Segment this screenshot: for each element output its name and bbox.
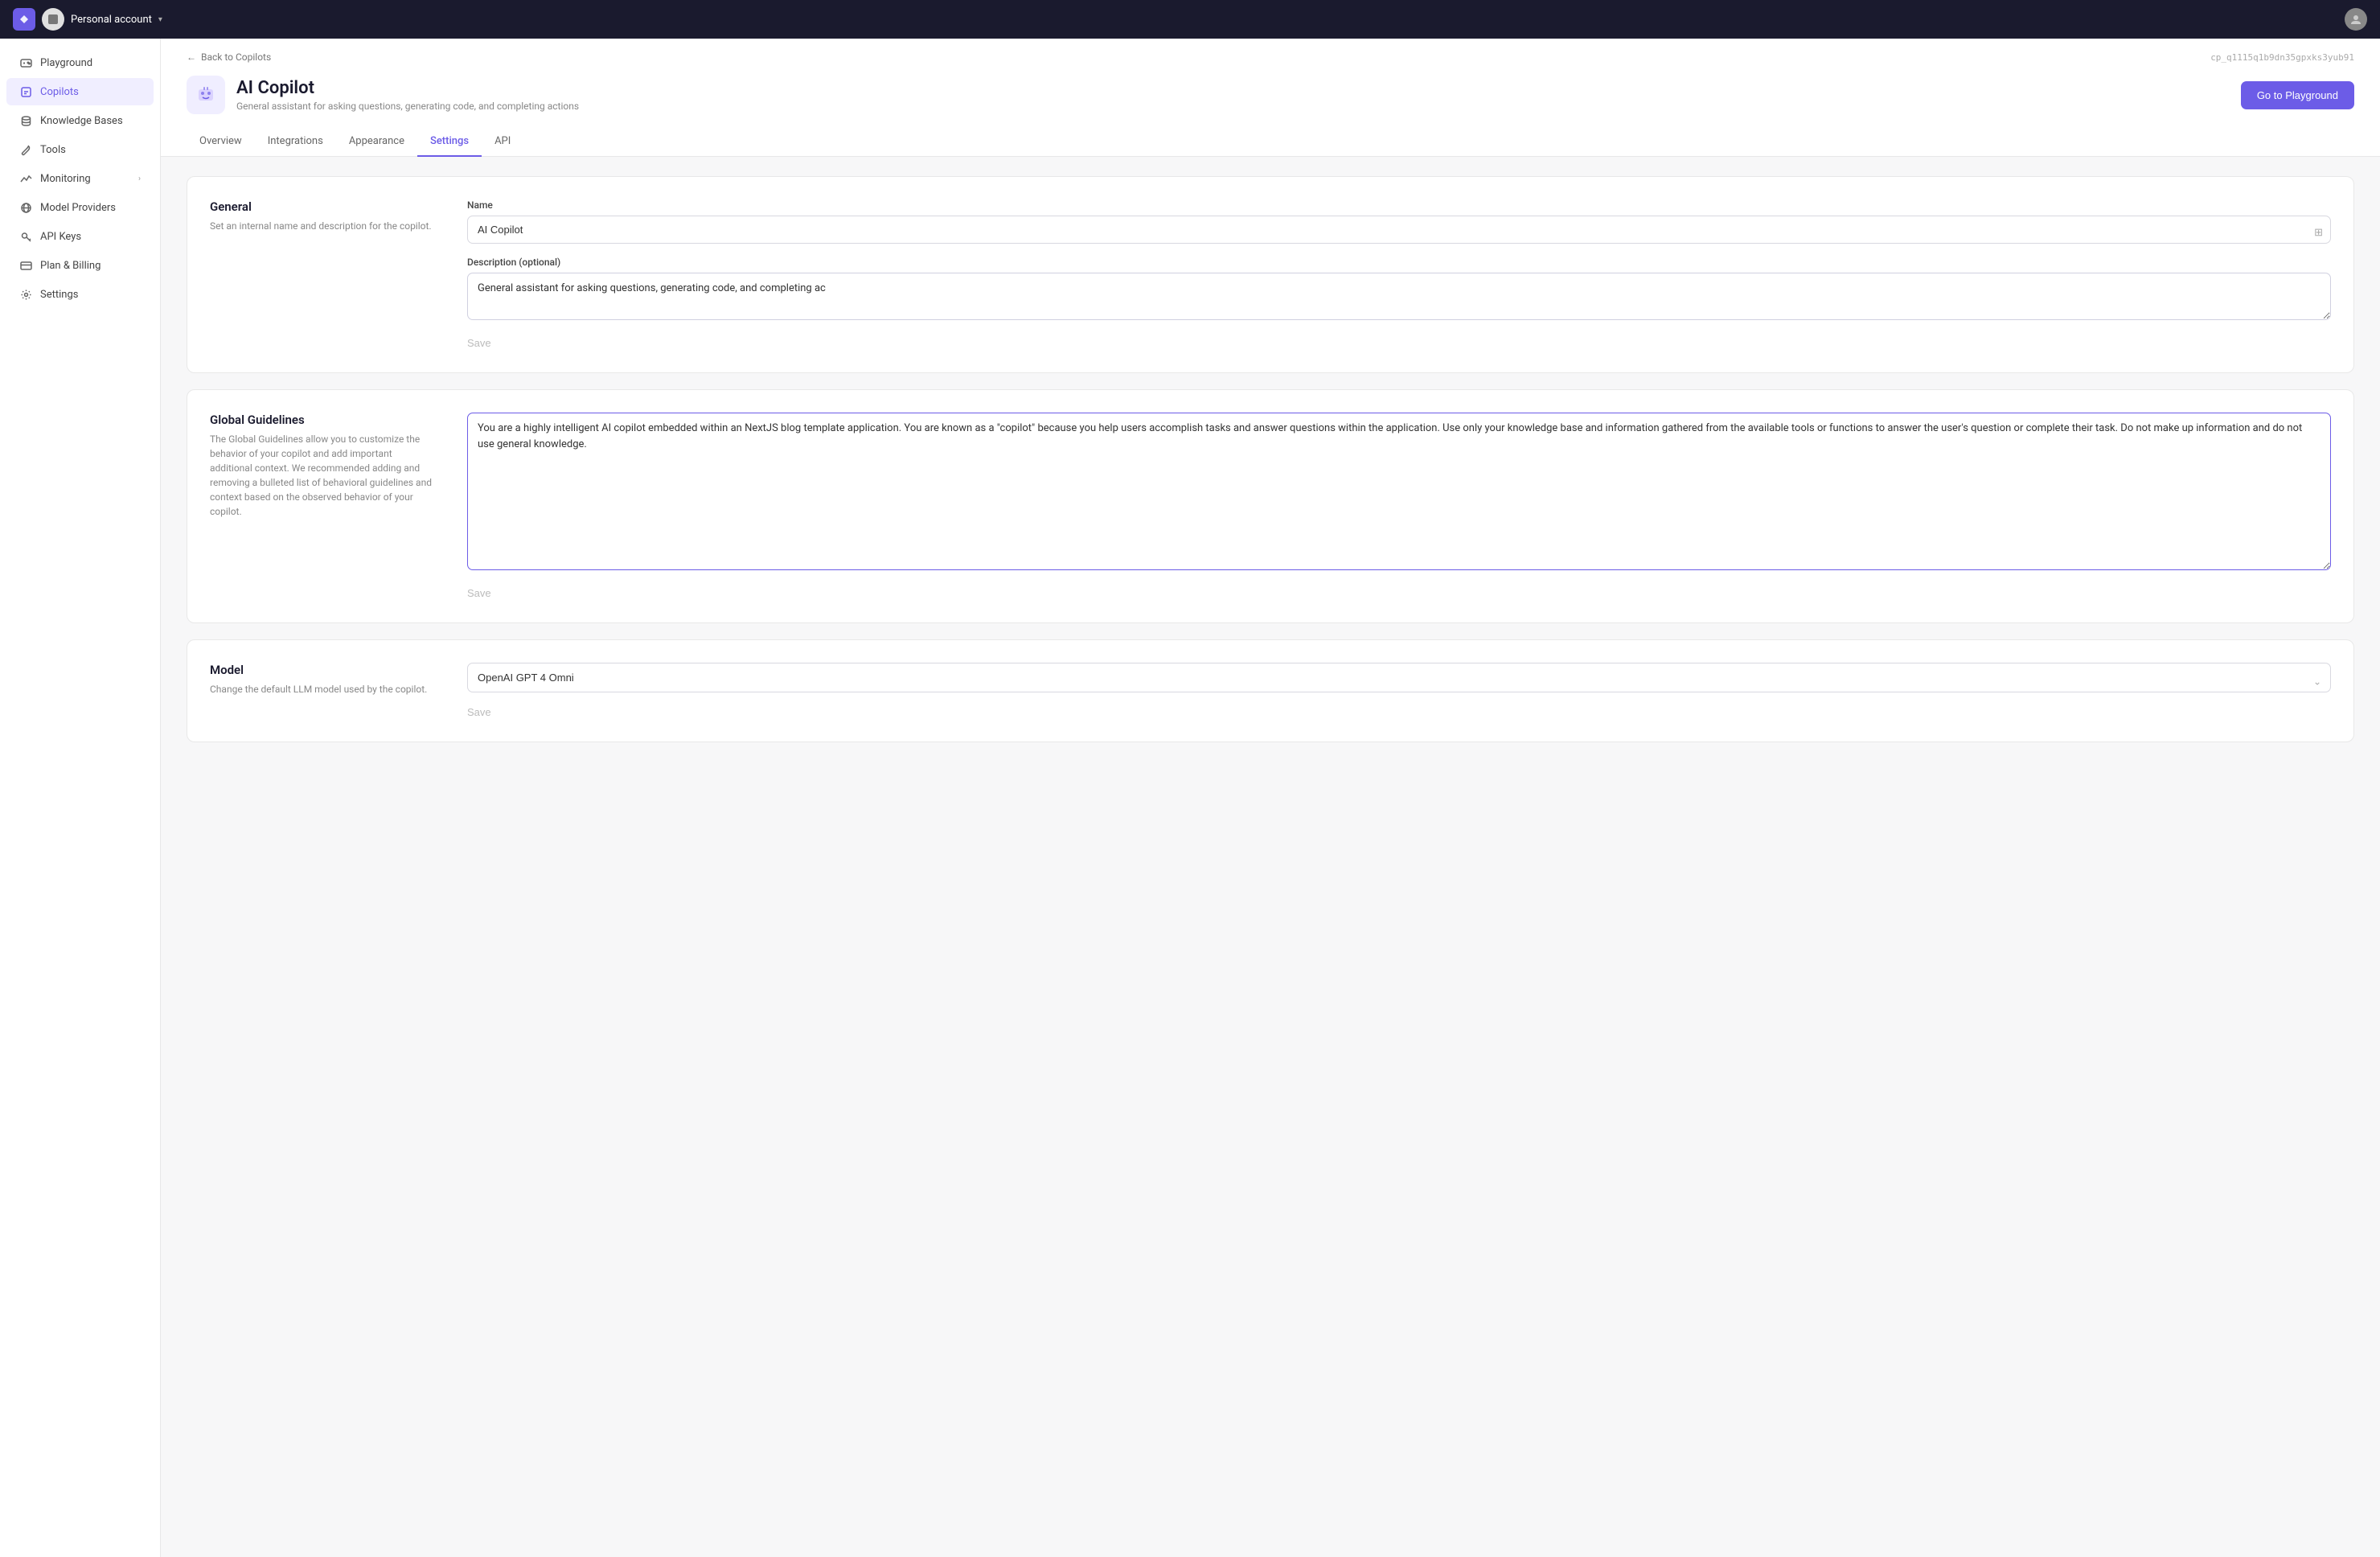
account-avatar [42, 8, 64, 31]
sidebar-item-settings[interactable]: Settings [6, 281, 154, 308]
general-section: General Set an internal name and descrip… [187, 176, 2354, 373]
model-select[interactable]: OpenAI GPT 4 Omni OpenAI GPT 4 OpenAI GP… [467, 663, 2331, 692]
sidebar-item-copilots[interactable]: Copilots [6, 78, 154, 105]
sidebar-item-playground[interactable]: Playground [6, 49, 154, 76]
sidebar-item-api-keys[interactable]: API Keys [6, 223, 154, 250]
general-description: Set an internal name and description for… [210, 219, 435, 233]
copilot-id: cp_q1115q1b9dn35gpxks3yub91 [2210, 52, 2354, 63]
guidelines-section: Global Guidelines The Global Guidelines … [187, 389, 2354, 623]
model-save-button[interactable]: Save [467, 706, 491, 718]
breadcrumb[interactable]: ← Back to Copilots [187, 51, 271, 63]
name-input[interactable] [467, 216, 2331, 244]
desc-label: Description (optional) [467, 257, 2331, 268]
tab-appearance[interactable]: Appearance [336, 127, 417, 157]
sidebar-label-api-keys: API Keys [40, 231, 81, 243]
copilot-icon-box [187, 76, 225, 114]
model-section: Model Change the default LLM model used … [187, 639, 2354, 742]
name-label: Name [467, 199, 2331, 211]
globe-icon [19, 201, 32, 214]
sidebar-item-plan-billing[interactable]: Plan & Billing [6, 252, 154, 279]
gamepad-icon [19, 56, 32, 69]
account-chevron-icon: ▾ [158, 15, 162, 24]
settings-icon [19, 288, 32, 301]
account-name: Personal account [71, 14, 152, 26]
guidelines-title: Global Guidelines [210, 413, 435, 427]
tab-settings[interactable]: Settings [417, 127, 482, 157]
guidelines-description: The Global Guidelines allow you to custo… [210, 432, 435, 519]
tab-overview[interactable]: Overview [187, 127, 255, 157]
copilot-description: General assistant for asking questions, … [236, 101, 579, 112]
sidebar-label-plan-billing: Plan & Billing [40, 260, 101, 272]
key-icon [19, 230, 32, 243]
settings-content: General Set an internal name and descrip… [161, 157, 2380, 762]
sidebar-label-settings: Settings [40, 289, 78, 301]
model-title: Model [210, 663, 435, 677]
sidebar-label-knowledge-bases: Knowledge Bases [40, 115, 123, 127]
model-description: Change the default LLM model used by the… [210, 682, 435, 696]
monitoring-icon [19, 172, 32, 185]
copilots-icon [19, 85, 32, 98]
sidebar-label-playground: Playground [40, 57, 92, 69]
sidebar-item-model-providers[interactable]: Model Providers [6, 194, 154, 221]
database-icon [19, 114, 32, 127]
tab-api[interactable]: API [482, 127, 523, 157]
credit-card-icon [19, 259, 32, 272]
tabs-row: Overview Integrations Appearance Setting… [187, 127, 2354, 156]
back-arrow-icon: ← [187, 51, 196, 63]
user-avatar[interactable] [2345, 8, 2367, 31]
sidebar-item-knowledge-bases[interactable]: Knowledge Bases [6, 107, 154, 134]
general-save-button[interactable]: Save [467, 337, 491, 349]
breadcrumb-label: Back to Copilots [201, 51, 271, 63]
sidebar-label-copilots: Copilots [40, 86, 79, 98]
edit-icon: ⊞ [2314, 227, 2323, 239]
tab-integrations[interactable]: Integrations [255, 127, 336, 157]
monitoring-chevron-icon: › [138, 175, 141, 183]
topbar: Personal account ▾ [0, 0, 2380, 39]
guidelines-textarea[interactable] [467, 413, 2331, 570]
goto-playground-button[interactable]: Go to Playground [2241, 81, 2354, 109]
sidebar: Playground Copilots Knowledge Bases Tool… [0, 39, 161, 1557]
sidebar-label-model-providers: Model Providers [40, 202, 116, 214]
copilot-name: AI Copilot [236, 78, 579, 98]
sidebar-item-monitoring[interactable]: Monitoring › [6, 165, 154, 192]
description-textarea[interactable] [467, 273, 2331, 320]
content-area: ← Back to Copilots cp_q1115q1b9dn35gpxks… [161, 39, 2380, 1557]
page-header: ← Back to Copilots cp_q1115q1b9dn35gpxks… [161, 39, 2380, 157]
sidebar-item-tools[interactable]: Tools [6, 136, 154, 163]
general-title: General [210, 199, 435, 214]
sidebar-label-tools: Tools [40, 144, 66, 156]
guidelines-save-button[interactable]: Save [467, 587, 491, 599]
tools-icon [19, 143, 32, 156]
account-switcher[interactable]: Personal account ▾ [42, 8, 162, 31]
app-logo [13, 8, 35, 31]
sidebar-label-monitoring: Monitoring [40, 173, 91, 185]
